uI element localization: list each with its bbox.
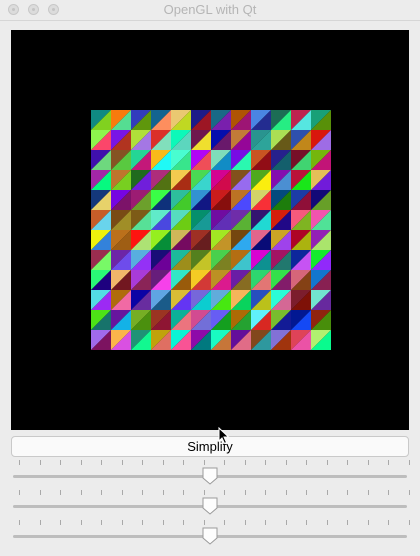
slider-tick (388, 490, 389, 495)
slider-tick (142, 460, 143, 465)
slider-tick (285, 460, 287, 465)
slider-tick (224, 460, 225, 465)
opengl-viewport[interactable] (11, 30, 409, 430)
slider-tick (39, 460, 41, 465)
slider-thumb[interactable] (202, 527, 218, 545)
slider-tick (101, 490, 102, 495)
slider-3[interactable] (11, 520, 410, 546)
slider-tick (60, 520, 61, 525)
slider-tick (183, 520, 184, 525)
slider-tick (224, 490, 225, 495)
slider-tick (203, 490, 205, 495)
slider-tick (244, 490, 246, 495)
slider-ticks (11, 520, 410, 526)
slider-thumb[interactable] (202, 497, 218, 515)
slider-tick (285, 520, 287, 525)
title-bar: OpenGL with Qt (0, 0, 420, 21)
mouse-pointer-icon (218, 427, 230, 445)
slider-tick (388, 460, 389, 465)
slider-tick (19, 520, 20, 525)
triangle-mesh (91, 110, 331, 350)
slider-ticks (11, 460, 410, 466)
slider-tick (408, 490, 410, 495)
slider-tick (80, 520, 82, 525)
slider-tick (347, 490, 348, 495)
slider-ticks (11, 490, 410, 496)
slider-tick (224, 520, 225, 525)
slider-tick (101, 460, 102, 465)
slider-tick (244, 460, 246, 465)
slider-tick (142, 490, 143, 495)
slider-tick (326, 460, 328, 465)
slider-tick (183, 460, 184, 465)
slider-tick (306, 490, 307, 495)
slider-tick (306, 460, 307, 465)
slider-tick (347, 460, 348, 465)
slider-1[interactable] (11, 460, 410, 486)
slider-tick (121, 490, 123, 495)
slider-tick (162, 520, 164, 525)
slider-tick (388, 520, 389, 525)
slider-thumb[interactable] (202, 467, 218, 485)
slider-tick (19, 460, 20, 465)
slider-tick (39, 490, 41, 495)
slider-tick (265, 460, 266, 465)
slider-tick (162, 490, 164, 495)
slider-tick (326, 490, 328, 495)
slider-tick (265, 520, 266, 525)
slider-tick (285, 490, 287, 495)
slider-tick (367, 460, 369, 465)
slider-tick (60, 490, 61, 495)
slider-tick (142, 520, 143, 525)
slider-tick (121, 460, 123, 465)
slider-tick (80, 460, 82, 465)
slider-tick (19, 490, 20, 495)
slider-tick (306, 520, 307, 525)
slider-tick (367, 520, 369, 525)
slider-tick (39, 520, 41, 525)
window-title: OpenGL with Qt (163, 2, 257, 17)
slider-tick (183, 490, 184, 495)
slider-tick (408, 520, 410, 525)
slider-tick (244, 520, 246, 525)
slider-tick (265, 490, 266, 495)
slider-tick (60, 460, 61, 465)
slider-2[interactable] (11, 490, 410, 516)
slider-tick (367, 490, 369, 495)
slider-tick (101, 520, 102, 525)
simplify-button[interactable]: Simplify (11, 436, 409, 457)
slider-tick (80, 490, 82, 495)
slider-tick (408, 460, 410, 465)
slider-tick (347, 520, 348, 525)
slider-tick (162, 460, 164, 465)
slider-tick (203, 460, 205, 465)
slider-tick (203, 520, 205, 525)
slider-tick (121, 520, 123, 525)
slider-tick (326, 520, 328, 525)
